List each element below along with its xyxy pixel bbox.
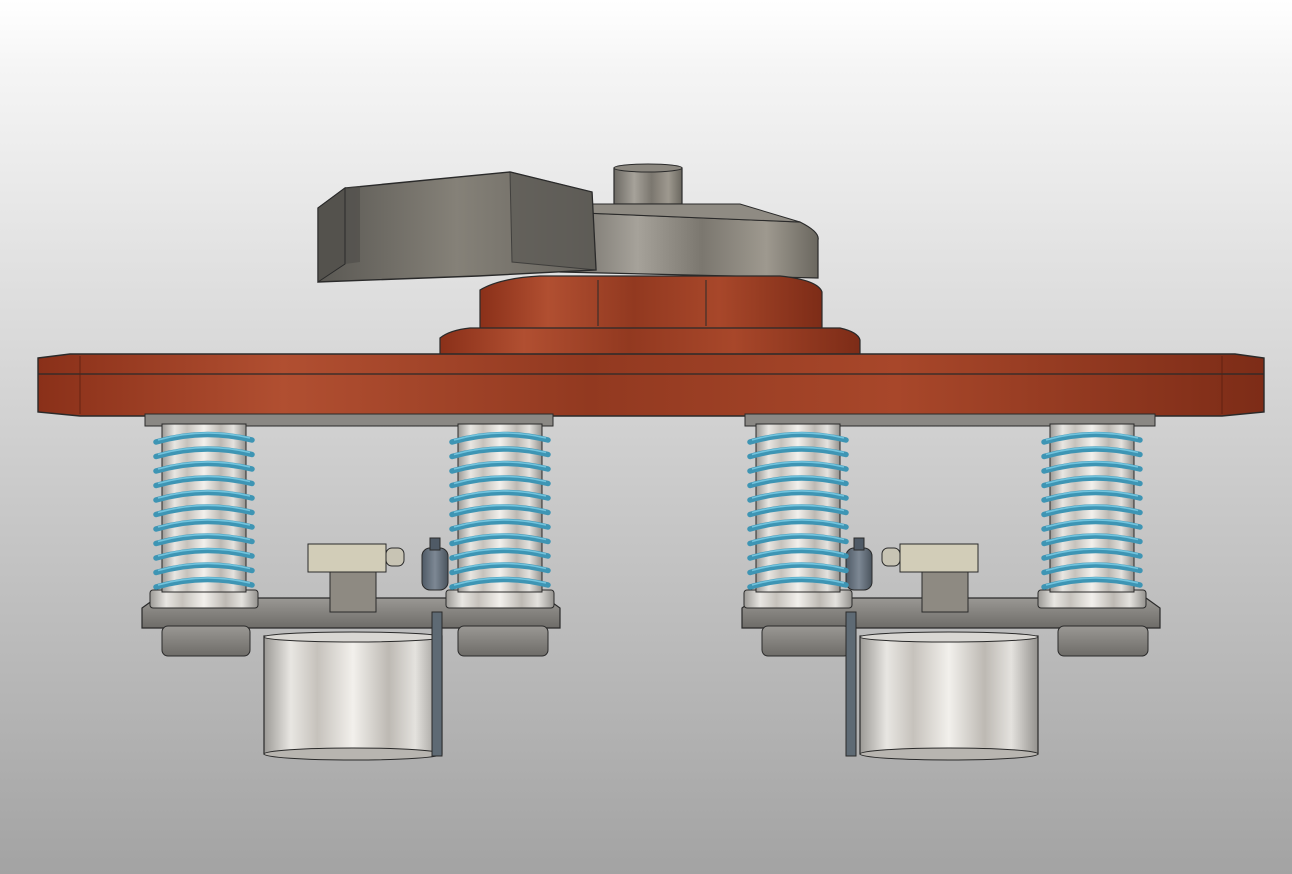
- fitting-knob: [845, 547, 873, 591]
- sensor-block: [899, 543, 979, 573]
- rod: [845, 611, 857, 757]
- motor-hub: [559, 211, 819, 279]
- spring-collar: [1037, 589, 1147, 609]
- spring-collar: [445, 589, 555, 609]
- copper-top-plate: [37, 353, 1265, 427]
- spring-foot: [761, 625, 851, 657]
- spring-assembly: [1037, 423, 1147, 609]
- cad-viewport[interactable]: [0, 0, 1292, 874]
- sensor-mount: [921, 571, 969, 613]
- sensor-nozzle: [385, 547, 405, 567]
- spring-assembly: [149, 423, 259, 609]
- fitting-knob: [421, 547, 449, 591]
- sensor-mount: [329, 571, 377, 613]
- sensor-nozzle: [881, 547, 901, 567]
- copper-flange: [439, 275, 861, 357]
- motor-shaft: [613, 167, 683, 205]
- steel-cylinder: [859, 635, 1039, 755]
- spring-collar: [743, 589, 853, 609]
- rod: [431, 611, 443, 757]
- gear-motor: [317, 163, 819, 283]
- spring-collar: [149, 589, 259, 609]
- spring-foot: [161, 625, 251, 657]
- steel-cylinder: [263, 635, 443, 755]
- sensor-block: [307, 543, 387, 573]
- spring-assembly: [445, 423, 555, 609]
- spring-assembly: [743, 423, 853, 609]
- spring-foot: [1057, 625, 1149, 657]
- cad-model-render[interactable]: [0, 0, 1292, 874]
- spring-foot: [457, 625, 549, 657]
